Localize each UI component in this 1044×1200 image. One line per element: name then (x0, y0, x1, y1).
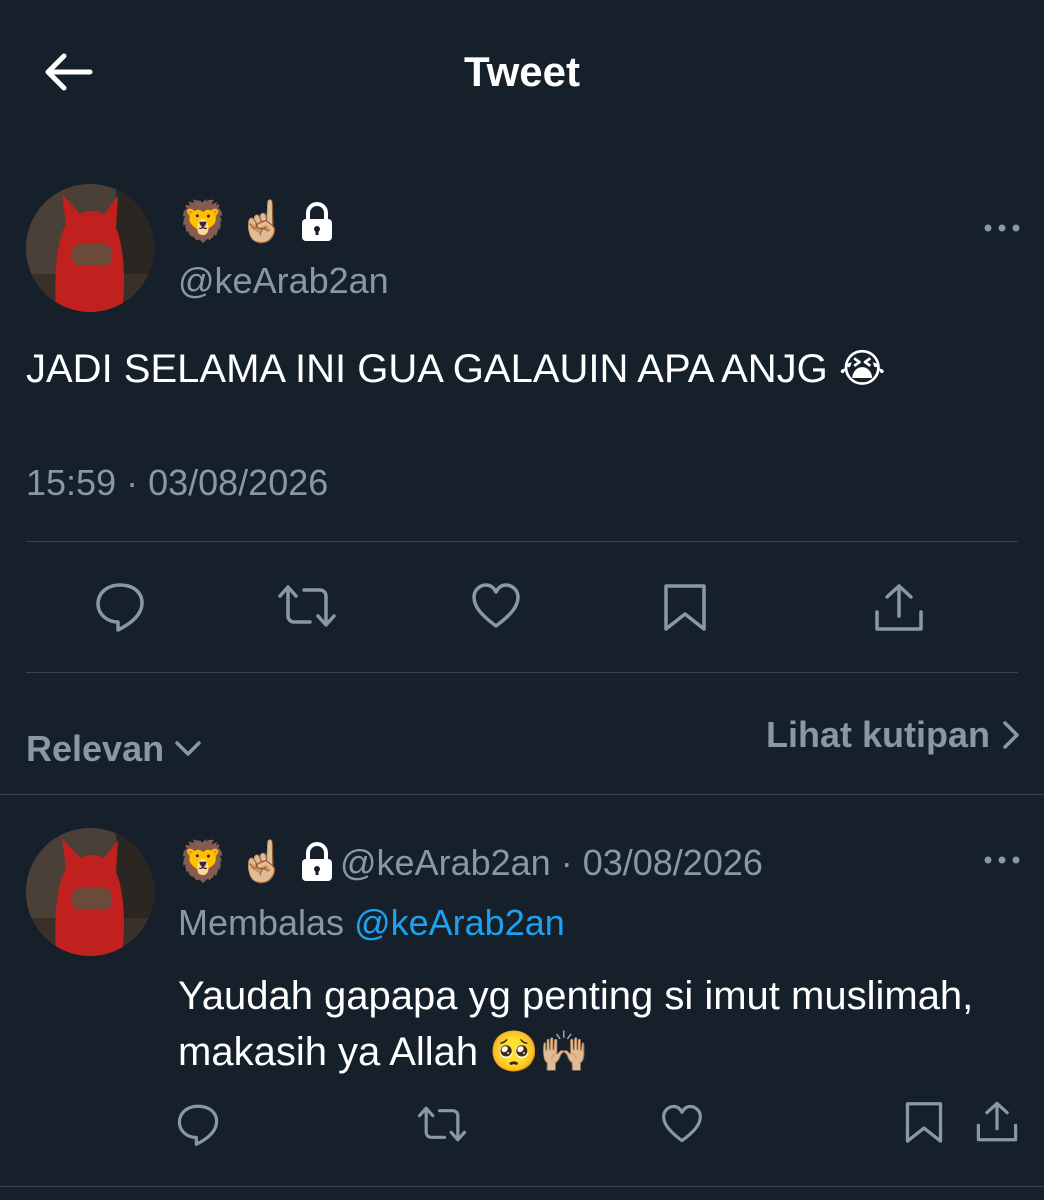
reply-share-button[interactable] (974, 1100, 1020, 1149)
display-name: 🦁 ☝🏼 (178, 198, 336, 245)
avatar-image (26, 184, 154, 312)
divider (0, 794, 1044, 795)
reply-bookmark-button[interactable] (904, 1100, 944, 1149)
reply-like-button[interactable] (660, 1104, 704, 1149)
reply-icon (96, 583, 144, 632)
sort-label: Relevan (26, 728, 165, 769)
more-options-button[interactable] (982, 220, 1022, 236)
more-icon (984, 224, 1020, 232)
replying-to: Membalas @keArab2an (178, 902, 565, 944)
reply-text: Yaudah gapapa yg penting si imut muslima… (178, 968, 1028, 1080)
chevron-down-icon (175, 741, 201, 756)
tweet-text: JADI SELAMA INI GUA GALAUIN APA ANJG 😭 (26, 347, 886, 391)
lion-emoji: 🦁 (178, 839, 228, 885)
chevron-right-icon (1003, 721, 1019, 749)
divider (0, 1186, 1044, 1187)
share-icon (976, 1101, 1018, 1142)
retweet-icon (278, 585, 336, 627)
lock-icon (301, 841, 332, 881)
divider (26, 541, 1018, 542)
reply-display-name: 🦁 ☝🏼 (178, 838, 336, 885)
meta-separator: · (560, 842, 573, 883)
reply-icon (177, 1104, 219, 1146)
view-quotes-label: Lihat kutipan (766, 714, 990, 755)
like-button[interactable] (470, 582, 522, 635)
view-quotes-link[interactable]: Lihat kutipan (766, 714, 1020, 756)
page-title: Tweet (464, 48, 580, 95)
reply-button[interactable] (94, 580, 146, 637)
top-bar: Tweet (0, 0, 1044, 150)
retweet-icon (417, 1106, 467, 1142)
divider (26, 672, 1018, 673)
lock-icon (301, 201, 332, 241)
sort-dropdown[interactable]: Relevan (26, 728, 202, 770)
bookmark-icon (664, 584, 706, 631)
retweet-button[interactable] (276, 582, 338, 635)
bookmark-icon (905, 1102, 943, 1143)
reply-date[interactable]: 03/08/2026 (583, 842, 763, 883)
like-icon (662, 1104, 702, 1143)
reply-text-line: Yaudah gapapa yg penting si imut muslima… (178, 974, 974, 1018)
username-handle[interactable]: @keArab2an (178, 260, 389, 302)
replying-mention-link[interactable]: @keArab2an (354, 902, 565, 943)
more-icon (984, 856, 1020, 864)
lion-emoji: 🦁 (178, 199, 228, 245)
tweet-timestamp[interactable]: 15:59 · 03/08/2026 (26, 462, 328, 504)
reply-more-options-button[interactable] (982, 852, 1022, 868)
reply-reply-button[interactable] (176, 1102, 220, 1151)
avatar-image (26, 828, 154, 956)
pointing-up-emoji: ☝🏼 (237, 199, 288, 245)
replying-prefix: Membalas (178, 902, 345, 943)
reply-meta: @keArab2an · 03/08/2026 (340, 842, 763, 884)
like-icon (472, 583, 520, 628)
share-icon (875, 584, 923, 631)
bookmark-button[interactable] (662, 582, 708, 637)
reply-avatar[interactable] (26, 828, 154, 956)
share-button[interactable] (872, 582, 926, 639)
reply-retweet-button[interactable] (416, 1104, 468, 1149)
avatar[interactable] (26, 184, 154, 312)
reply-text-line: makasih ya Allah 🥺🙌🏼 (178, 1030, 589, 1074)
reply-handle[interactable]: @keArab2an (340, 842, 551, 883)
pointing-up-emoji: ☝🏼 (237, 839, 288, 885)
